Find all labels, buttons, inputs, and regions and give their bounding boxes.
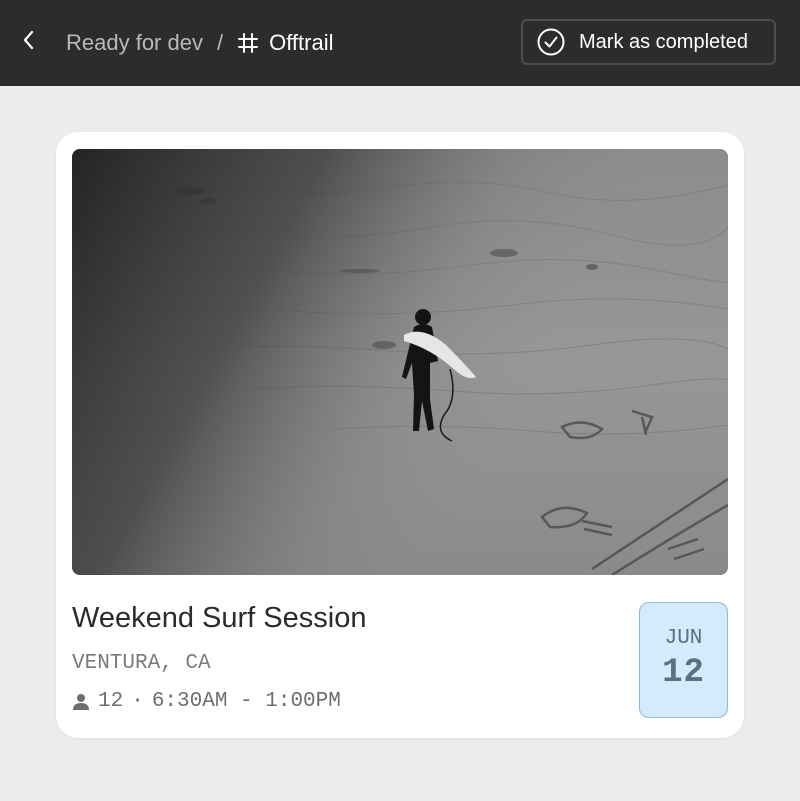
event-meta: 12 · 6:30AM - 1:00PM [72, 690, 341, 713]
event-location: VENTURA, CA [72, 652, 211, 675]
meta-separator: · [131, 690, 144, 713]
breadcrumb-parent-link[interactable]: Ready for dev [66, 30, 203, 56]
person-icon [72, 693, 90, 711]
top-bar: Ready for dev / Offtrail Mark as complet… [0, 0, 800, 86]
check-circle-icon [537, 28, 565, 56]
breadcrumb-current: Offtrail [269, 30, 334, 55]
back-button[interactable] [16, 27, 42, 57]
event-card[interactable]: Weekend Surf Session VENTURA, CA 12 · 6:… [56, 132, 744, 738]
mark-as-completed-label: Mark as completed [579, 30, 748, 53]
event-photo [72, 149, 728, 575]
attendee-count: 12 [98, 690, 124, 713]
breadcrumb-separator: / [216, 30, 224, 55]
event-title: Weekend Surf Session [72, 602, 367, 634]
date-day: 12 [662, 654, 705, 692]
breadcrumb: Ready for dev / Offtrail [66, 26, 333, 60]
chevron-left-icon [22, 29, 36, 56]
date-month: JUN [664, 627, 703, 650]
mark-as-completed-button[interactable]: Mark as completed [521, 19, 776, 65]
hash-frame-icon [237, 32, 259, 54]
date-badge: JUN 12 [639, 602, 728, 718]
event-time: 6:30AM - 1:00PM [151, 690, 341, 713]
